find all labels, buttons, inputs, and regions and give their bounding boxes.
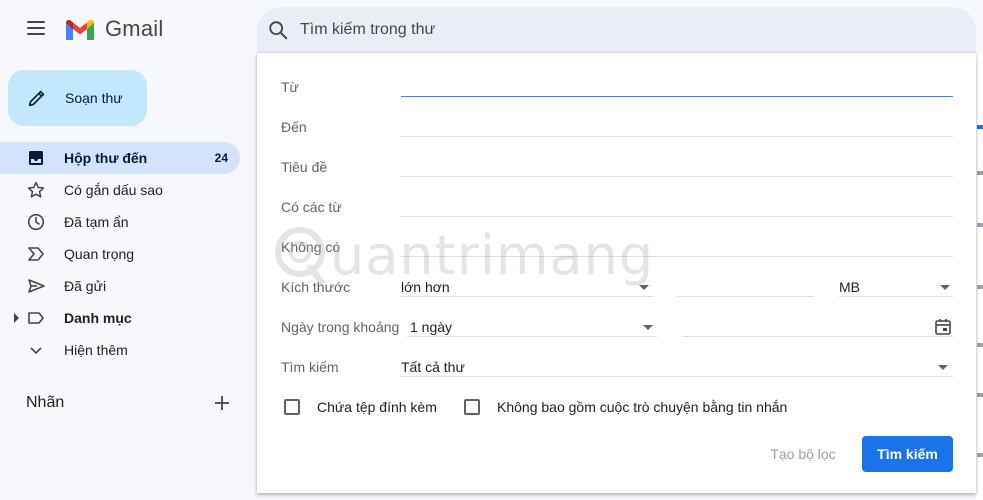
- create-filter-button[interactable]: Tạo bộ lọc: [763, 436, 843, 472]
- sidebar-item-label: Đã gửi: [64, 278, 107, 294]
- subject-label: Tiêu đề: [281, 159, 328, 175]
- size-unit-select[interactable]: MB: [839, 279, 860, 295]
- sidebar-item-more[interactable]: Hiện thêm: [0, 334, 240, 366]
- sidebar-item-important[interactable]: Quan trọng: [0, 238, 240, 270]
- date-within-select[interactable]: 1 ngày: [410, 319, 452, 335]
- doesnt-have-label: Không có: [281, 239, 341, 255]
- sidebar-nav: Hộp thư đến 24 Có gắn dấu sao Đã tạm ẩn …: [0, 142, 240, 366]
- menu-icon-bar: [27, 27, 45, 29]
- compose-button[interactable]: Soạn thư: [8, 70, 147, 126]
- gmail-m-icon: [66, 19, 94, 40]
- sidebar-item-label: Có gắn dấu sao: [64, 182, 163, 198]
- size-value-input[interactable]: [677, 296, 814, 297]
- pencil-icon: [28, 90, 45, 107]
- exclude-chats-label: Không bao gồm cuộc trò chuyện bằng tin n…: [497, 399, 788, 415]
- important-icon: [26, 244, 46, 264]
- app-name: Gmail: [105, 16, 164, 41]
- clock-icon: [26, 212, 46, 232]
- has-words-input[interactable]: [401, 216, 953, 217]
- from-input[interactable]: [401, 96, 953, 97]
- size-operator-select[interactable]: lớn hơn: [401, 279, 450, 295]
- search-in-label: Tìm kiếm: [281, 359, 339, 375]
- list-mark: [977, 285, 983, 289]
- date-within-label: Ngày trong khoảng: [281, 319, 400, 335]
- label-icon: [26, 308, 46, 328]
- search-input[interactable]: Tìm kiếm trong thư: [300, 21, 435, 39]
- exclude-chats-checkbox[interactable]: [464, 399, 480, 415]
- size-unit-underline: [839, 296, 953, 297]
- sidebar-item-label: Quan trọng: [64, 246, 135, 262]
- main-menu-button[interactable]: [22, 17, 50, 43]
- chevron-down-icon: [26, 340, 46, 360]
- has-attachment-checkbox[interactable]: [284, 399, 300, 415]
- dropdown-arrow-icon[interactable]: [639, 285, 649, 290]
- gmail-logo[interactable]: Gmail: [64, 16, 163, 42]
- sidebar-item-categories[interactable]: Danh mục: [0, 302, 240, 334]
- sidebar-item-label: Hiện thêm: [64, 342, 128, 358]
- list-mark: [977, 453, 983, 457]
- list-mark: [977, 343, 983, 347]
- compose-label: Soạn thư: [65, 90, 123, 106]
- list-mark: [977, 223, 983, 227]
- size-operator-underline: [401, 296, 653, 297]
- sidebar-item-starred[interactable]: Có gắn dấu sao: [0, 174, 240, 206]
- list-mark: [977, 125, 983, 129]
- to-input[interactable]: [401, 136, 953, 137]
- unread-count: 24: [214, 151, 228, 165]
- dropdown-arrow-icon[interactable]: [643, 325, 653, 330]
- has-attachment-label: Chứa tệp đính kèm: [317, 399, 437, 415]
- sidebar-item-sent[interactable]: Đã gửi: [0, 270, 240, 302]
- labels-heading: Nhãn: [26, 394, 65, 411]
- sidebar-item-label: Hộp thư đến: [64, 150, 148, 166]
- send-icon: [26, 276, 46, 296]
- dropdown-arrow-icon[interactable]: [938, 365, 948, 370]
- inbox-icon: [26, 148, 46, 168]
- search-submit-button[interactable]: Tìm kiếm: [862, 436, 953, 472]
- add-label-icon[interactable]: [212, 393, 232, 413]
- from-label: Từ: [281, 79, 299, 95]
- advanced-search-panel: Từ Đến Tiêu đề Có các từ Không có Kích t…: [257, 53, 976, 493]
- sidebar-item-label: Danh mục: [64, 310, 132, 326]
- subject-input[interactable]: [401, 176, 953, 177]
- calendar-icon[interactable]: [933, 317, 953, 337]
- to-label: Đến: [281, 119, 307, 135]
- has-words-label: Có các từ: [281, 199, 342, 215]
- sidebar-item-label: Đã tạm ẩn: [64, 214, 129, 230]
- date-input[interactable]: [683, 336, 953, 337]
- search-in-select[interactable]: Tất cả thư: [401, 359, 465, 375]
- doesnt-have-input[interactable]: [401, 256, 953, 257]
- size-label: Kích thước: [281, 279, 351, 295]
- sidebar-item-inbox[interactable]: Hộp thư đến 24: [0, 142, 240, 174]
- list-mark: [977, 171, 983, 175]
- expand-caret-icon[interactable]: [14, 313, 19, 323]
- mail-list-edge: [976, 53, 983, 500]
- search-bar[interactable]: Tìm kiếm trong thư: [257, 7, 976, 53]
- sidebar-item-snoozed[interactable]: Đã tạm ẩn: [0, 206, 240, 238]
- date-within-underline: [407, 336, 657, 337]
- list-mark: [977, 393, 983, 397]
- search-icon[interactable]: [267, 19, 289, 41]
- menu-icon-bar: [27, 21, 45, 23]
- search-in-underline: [401, 376, 953, 377]
- dropdown-arrow-icon[interactable]: [940, 285, 950, 290]
- star-icon: [26, 180, 46, 200]
- menu-icon-bar: [27, 33, 45, 35]
